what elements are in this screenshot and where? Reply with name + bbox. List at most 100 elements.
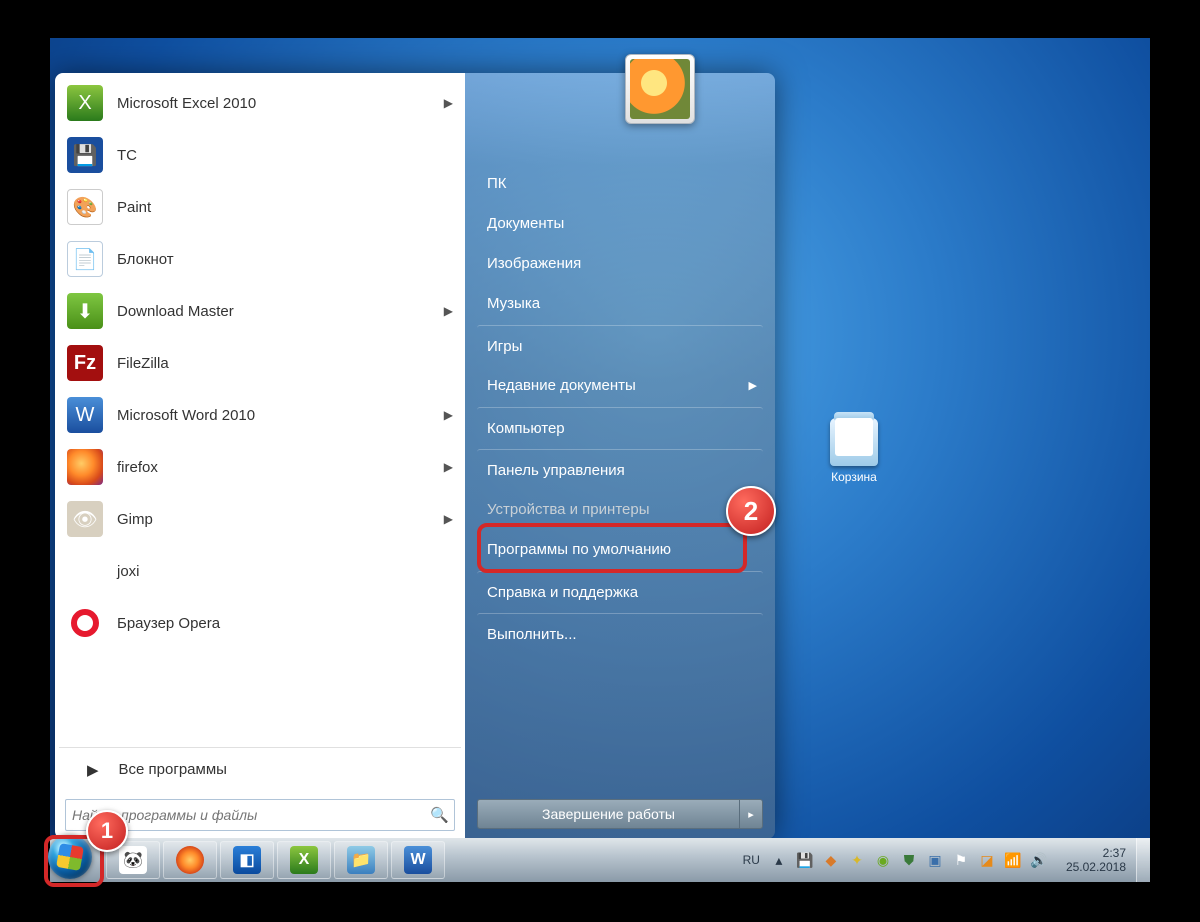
excel-icon: X [67, 85, 103, 121]
tray-up-icon[interactable]: ▴ [770, 851, 788, 869]
submenu-arrow-icon: ▶ [444, 460, 453, 474]
program-label: Браузер Opera [117, 615, 220, 632]
user-picture[interactable] [625, 54, 695, 124]
right-item-label: Справка и поддержка [487, 584, 638, 601]
program-item-firefox[interactable]: firefox ▶ [59, 441, 461, 493]
program-label: Microsoft Word 2010 [117, 407, 255, 424]
right-item-label: Программы по умолчанию [487, 541, 671, 558]
program-item-paint[interactable]: 🎨 Paint [59, 181, 461, 233]
right-item-label: Компьютер [487, 420, 565, 437]
right-control-panel[interactable]: Панель управления [477, 449, 763, 489]
show-desktop-button[interactable] [1136, 838, 1150, 882]
annotation-2-number: 2 [744, 496, 758, 527]
taskbar-pin[interactable]: ◧ [220, 841, 274, 879]
annotation-1-number: 1 [101, 818, 113, 844]
explorer-icon: 📁 [347, 846, 375, 874]
right-music[interactable]: Музыка [477, 283, 763, 323]
clock[interactable]: 2:37 25.02.2018 [1066, 846, 1126, 875]
recycle-bin-icon [830, 418, 878, 466]
clock-date: 25.02.2018 [1066, 860, 1126, 874]
totalcommander-icon: 💾 [67, 137, 103, 173]
taskbar-pinned: 🐼 ◧ X 📁 W [106, 841, 445, 879]
tray-network-icon[interactable]: 📶 [1004, 851, 1022, 869]
tray-app1-icon[interactable]: ◆ [822, 851, 840, 869]
taskbar-pin[interactable]: 📁 [334, 841, 388, 879]
right-pictures[interactable]: Изображения [477, 243, 763, 283]
excel-tb-icon: X [290, 846, 318, 874]
program-label: Download Master [117, 303, 234, 320]
start-menu-left-panel: XMicrosoft Excel 2010▶ 💾 TC 🎨 Paint 📄 Блокнот ⬇… [55, 73, 465, 839]
shutdown-label: Завершение работы [542, 806, 675, 822]
tray-nvidia-icon[interactable]: ◉ [874, 851, 892, 869]
user-picture-image [630, 59, 690, 119]
start-menu: XMicrosoft Excel 2010▶ 💾 TC 🎨 Paint 📄 Блокнот ⬇… [55, 73, 775, 839]
windows-orb-icon [48, 835, 92, 879]
taskbar-pin[interactable]: X [277, 841, 331, 879]
right-recent-docs[interactable]: Недавние документы▶ [477, 365, 763, 405]
program-label: firefox [117, 459, 158, 476]
program-label: TC [117, 147, 137, 164]
program-item-joxi[interactable]: ✒joxi [59, 545, 461, 597]
tray-app2-icon[interactable]: ✦ [848, 851, 866, 869]
opera-icon [67, 605, 103, 641]
right-item-label: Выполнить... [487, 626, 577, 643]
program-item-word[interactable]: WMicrosoft Word 2010▶ [59, 389, 461, 441]
program-label: Paint [117, 199, 151, 216]
tray-volume-icon[interactable]: 🔊 [1030, 851, 1048, 869]
right-devices-printers[interactable]: Устройства и принтеры [477, 489, 763, 529]
desktop[interactable]: Корзина XMicrosoft Excel 2010▶ 💾 TC 🎨 Paint 📄… [50, 38, 1150, 882]
tray-app3-icon[interactable]: ▣ [926, 851, 944, 869]
program-item-notepad[interactable]: 📄 Блокнот [59, 233, 461, 285]
submenu-arrow-icon: ▶ [444, 512, 453, 526]
right-documents[interactable]: Документы [477, 203, 763, 243]
program-label: FileZilla [117, 355, 169, 372]
taskbar[interactable]: 🐼 ◧ X 📁 W RU ▴ 💾 ◆ ✦ ◉ ⛊ ▣ ⚑ ◪ 📶 🔊 2:37 25.02.2018 [50, 838, 1150, 882]
program-item-gimp[interactable]: 👁 Gimp ▶ [59, 493, 461, 545]
right-computer[interactable]: Компьютер [477, 407, 763, 447]
language-indicator[interactable]: RU [743, 853, 760, 867]
mpc-icon: 🐼 [119, 846, 147, 874]
program-item-filezilla[interactable]: FzFileZilla [59, 337, 461, 389]
paint-icon: 🎨 [67, 189, 103, 225]
right-help-support[interactable]: Справка и поддержка [477, 571, 763, 611]
all-programs-arrow-icon: ▶ [87, 761, 99, 779]
right-games[interactable]: Игры [477, 325, 763, 365]
notepad-icon: 📄 [67, 241, 103, 277]
program-item-opera[interactable]: Браузер Opera [59, 597, 461, 649]
right-item-label: Устройства и принтеры [487, 501, 649, 518]
right-item-label: Изображения [487, 255, 581, 272]
taskbar-pin[interactable]: W [391, 841, 445, 879]
all-programs-label: Все программы [119, 761, 227, 778]
tray-shield-icon[interactable]: ⛊ [900, 851, 918, 869]
downloadmaster-icon: ⬇ [67, 293, 103, 329]
right-item-label: Музыка [487, 295, 540, 312]
recycle-bin[interactable]: Корзина [830, 413, 878, 484]
tray-floppy-icon[interactable]: 💾 [796, 851, 814, 869]
right-item-label: Игры [487, 338, 522, 355]
annotation-2-badge: 2 [726, 486, 776, 536]
clock-time: 2:37 [1066, 846, 1126, 860]
program-label: Блокнот [117, 251, 174, 268]
program-item-totalcommander[interactable]: 💾 TC [59, 129, 461, 181]
recycle-bin-label: Корзина [831, 470, 877, 484]
tray-app4-icon[interactable]: ◪ [978, 851, 996, 869]
right-item-label: Недавние документы [487, 377, 636, 394]
program-item-downloadmaster[interactable]: ⬇Download Master▶ [59, 285, 461, 337]
program-item-excel[interactable]: XMicrosoft Excel 2010▶ [59, 77, 461, 129]
right-item-label: ПК [487, 175, 507, 192]
submenu-arrow-icon: ▶ [444, 408, 453, 422]
shutdown-button[interactable]: Завершение работы [477, 799, 739, 829]
shutdown-options-button[interactable]: ▸ [739, 799, 763, 829]
right-item-label: Панель управления [487, 462, 625, 479]
gimp-icon: 👁 [67, 501, 103, 537]
shutdown-group: Завершение работы ▸ [477, 799, 763, 829]
program-label: Gimp [117, 511, 153, 528]
taskbar-pin[interactable] [163, 841, 217, 879]
start-menu-right-panel: ПК Документы Изображения Музыка Игры Недавние… [465, 73, 775, 839]
right-user-folder[interactable]: ПК [477, 163, 763, 203]
tray-flag-icon[interactable]: ⚑ [952, 851, 970, 869]
right-default-programs[interactable]: Программы по умолчанию [477, 529, 763, 569]
right-run[interactable]: Выполнить... [477, 613, 763, 653]
all-programs[interactable]: ▶ Все программы [59, 747, 461, 791]
submenu-arrow-icon: ▶ [444, 96, 453, 110]
